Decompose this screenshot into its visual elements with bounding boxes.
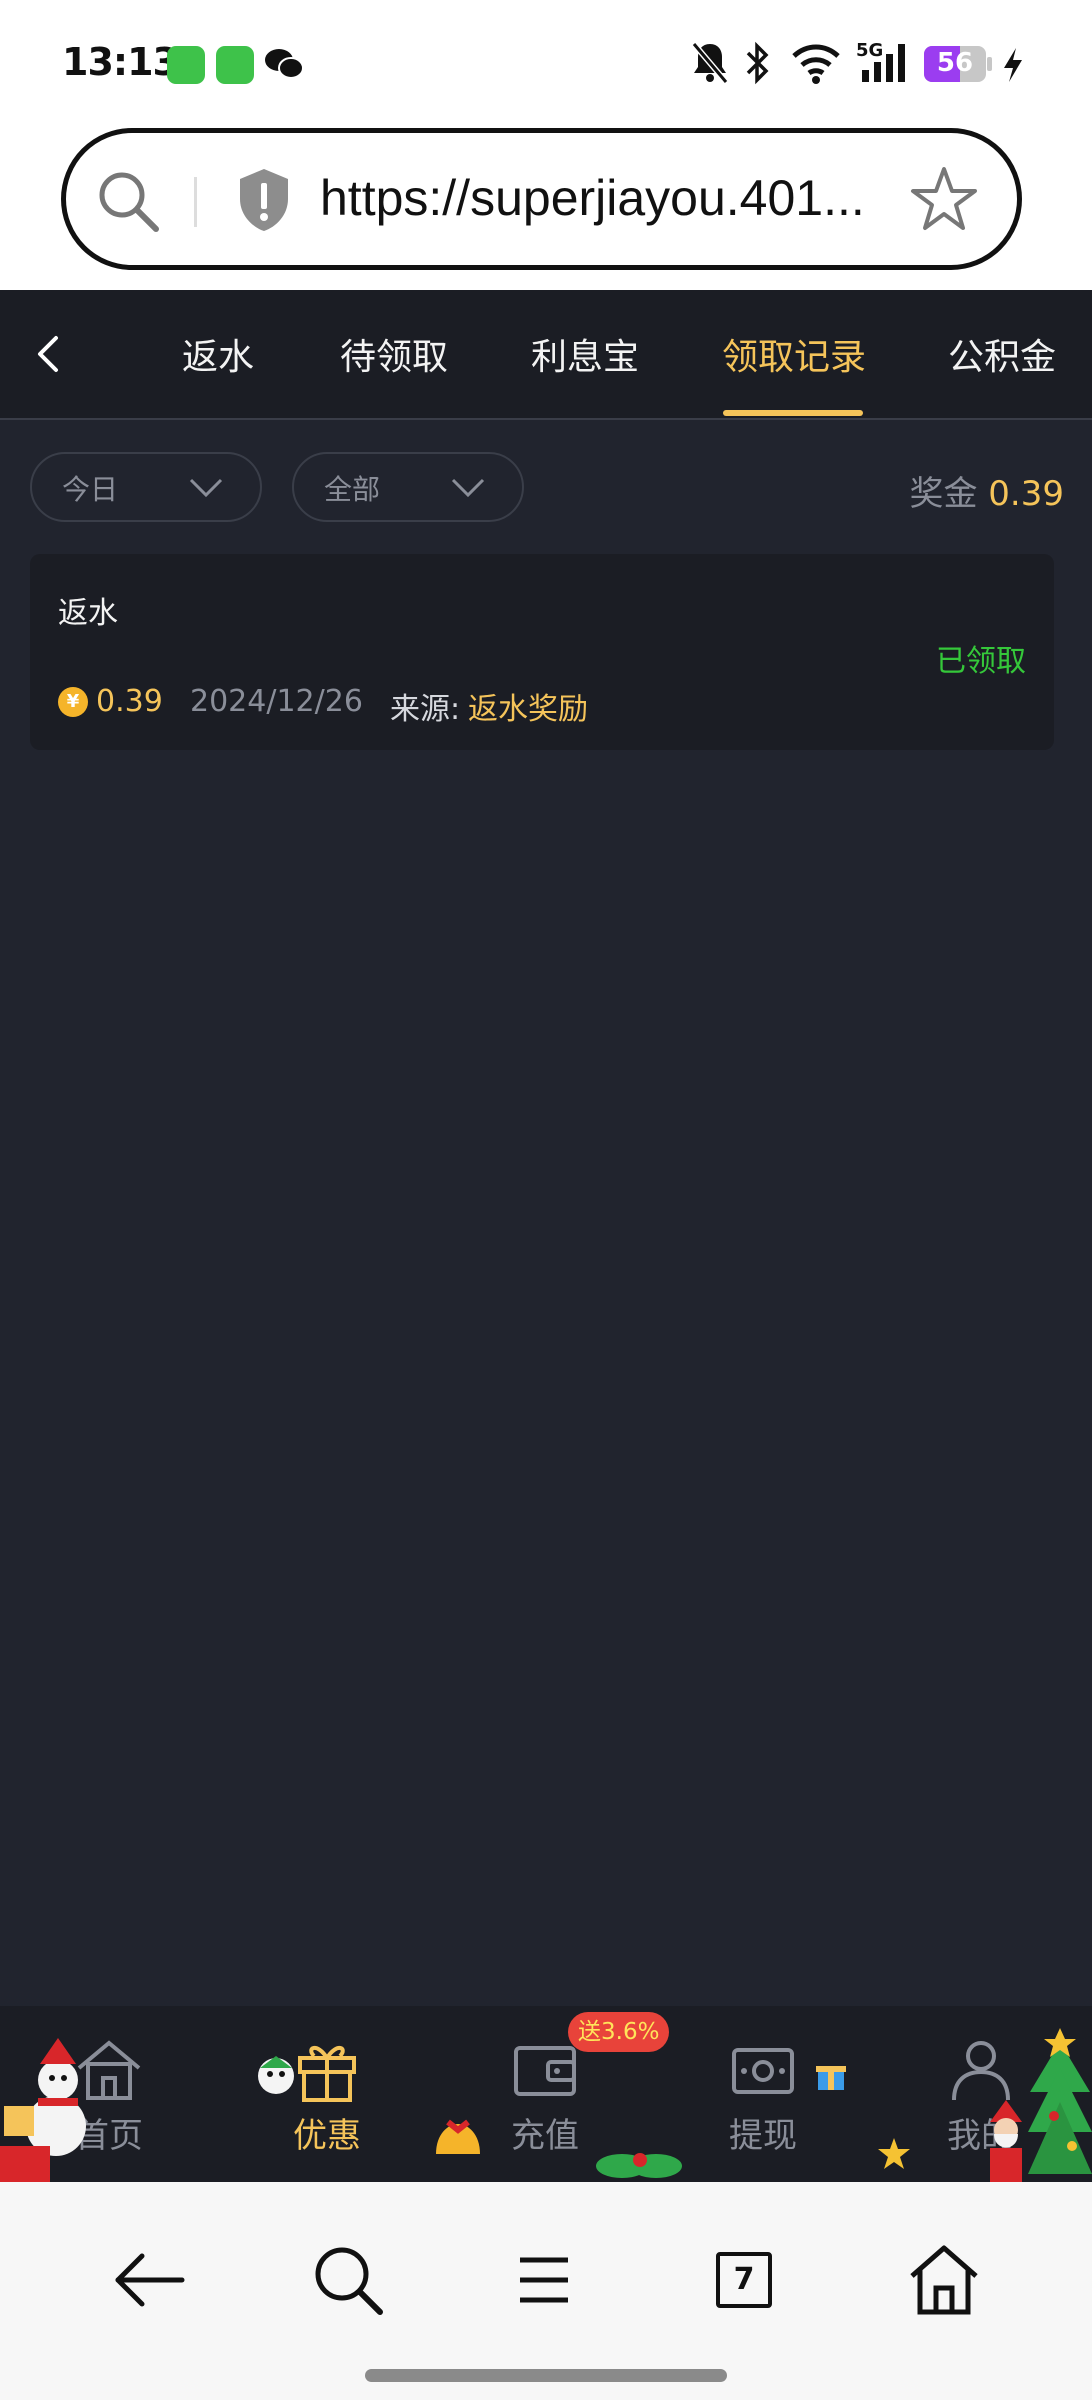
tab-interest[interactable]: 利息宝 (531, 328, 639, 380)
bluetooth-icon (744, 40, 772, 90)
tab-switcher-button[interactable]: 7 (694, 2230, 794, 2330)
wallet-icon (510, 2038, 580, 2106)
holly-decoration (592, 2140, 688, 2186)
search-icon[interactable] (298, 2230, 398, 2330)
chevron-down-icon (450, 476, 486, 504)
messages-notification-icon (216, 46, 254, 84)
url-text[interactable]: https://superjiayou.401... (320, 169, 865, 227)
wifi-icon (790, 40, 842, 90)
record-source-label: 来源: (390, 692, 461, 727)
back-arrow-icon[interactable] (98, 2230, 198, 2330)
date-filter-dropdown[interactable]: 今日 (30, 452, 262, 522)
home-icon[interactable] (894, 2230, 994, 2330)
record-amount: 0.39 (96, 684, 163, 719)
browser-toolbar: 7 (0, 2182, 1092, 2400)
back-arrow-icon[interactable] (28, 326, 68, 386)
snowman-decoration (0, 2036, 96, 2186)
record-date: 2024/12/26 (190, 684, 363, 719)
chevron-down-icon (188, 476, 224, 504)
network-type: 5G (856, 40, 884, 61)
status-time: 13:13 (62, 40, 179, 84)
cash-icon (728, 2038, 798, 2106)
star-decoration (876, 2136, 912, 2176)
type-filter-dropdown[interactable]: 全部 (292, 452, 524, 522)
bookmark-star-icon[interactable] (908, 163, 980, 239)
snowman-badge-decoration (252, 2052, 300, 2104)
mute-bell-icon (690, 40, 730, 90)
bonus-value: 0.39 (988, 474, 1064, 514)
tab-count: 7 (716, 2252, 772, 2308)
battery-icon: 56 (924, 46, 992, 82)
signal-icon: 5G (856, 40, 914, 90)
gift-box-decoration (814, 2058, 848, 2096)
bell-decoration (428, 2114, 488, 2170)
site-security-icon[interactable] (234, 165, 294, 239)
url-box[interactable]: https://superjiayou.401... (61, 128, 1022, 270)
record-source: 返水奖励 (468, 692, 588, 727)
category-tab-bar: 返水 待领取 利息宝 领取记录 公积金 (0, 290, 1092, 420)
active-tab-indicator (723, 410, 863, 416)
url-separator (194, 177, 197, 227)
deposit-promo-badge: 送3.6% (568, 2012, 670, 2052)
menu-icon[interactable] (494, 2230, 594, 2330)
tab-rebate[interactable]: 返水 (182, 328, 254, 380)
bonus-total: 奖金 0.39 (909, 466, 1064, 515)
nav-promotions[interactable]: 优惠 (218, 2006, 436, 2182)
wechat-icon (264, 46, 304, 86)
date-filter-value: 今日 (62, 473, 119, 506)
charging-icon (1000, 46, 1026, 88)
home-indicator[interactable] (365, 2369, 727, 2382)
tab-pending[interactable]: 待领取 (340, 328, 448, 380)
app-notification-icon (167, 46, 205, 84)
santa-decoration (982, 2098, 1030, 2186)
status-bar: 13:13 5G 56 (0, 0, 1092, 128)
bottom-navigation: 首页 优惠 充值 提现 我的 (0, 2006, 1092, 2182)
nav-promotions-label: 优惠 (293, 2116, 361, 2156)
search-icon[interactable] (96, 169, 160, 237)
bonus-label: 奖金 (909, 474, 978, 514)
browser-address-bar: https://superjiayou.401... (0, 128, 1092, 290)
user-icon (946, 2038, 1016, 2106)
coin-icon: ¥ (58, 687, 88, 717)
type-filter-value: 全部 (324, 473, 381, 506)
claim-record-card: 返水 已领取 ¥ 0.39 2024/12/26 来源: 返水奖励 (30, 554, 1054, 750)
tab-provident-fund[interactable]: 公积金 (948, 328, 1056, 380)
battery-level: 56 (936, 48, 974, 78)
tab-claim-records[interactable]: 领取记录 (722, 328, 866, 380)
record-status: 已领取 (936, 644, 1026, 679)
gift-icon (292, 2038, 362, 2106)
record-title: 返水 (58, 596, 118, 631)
